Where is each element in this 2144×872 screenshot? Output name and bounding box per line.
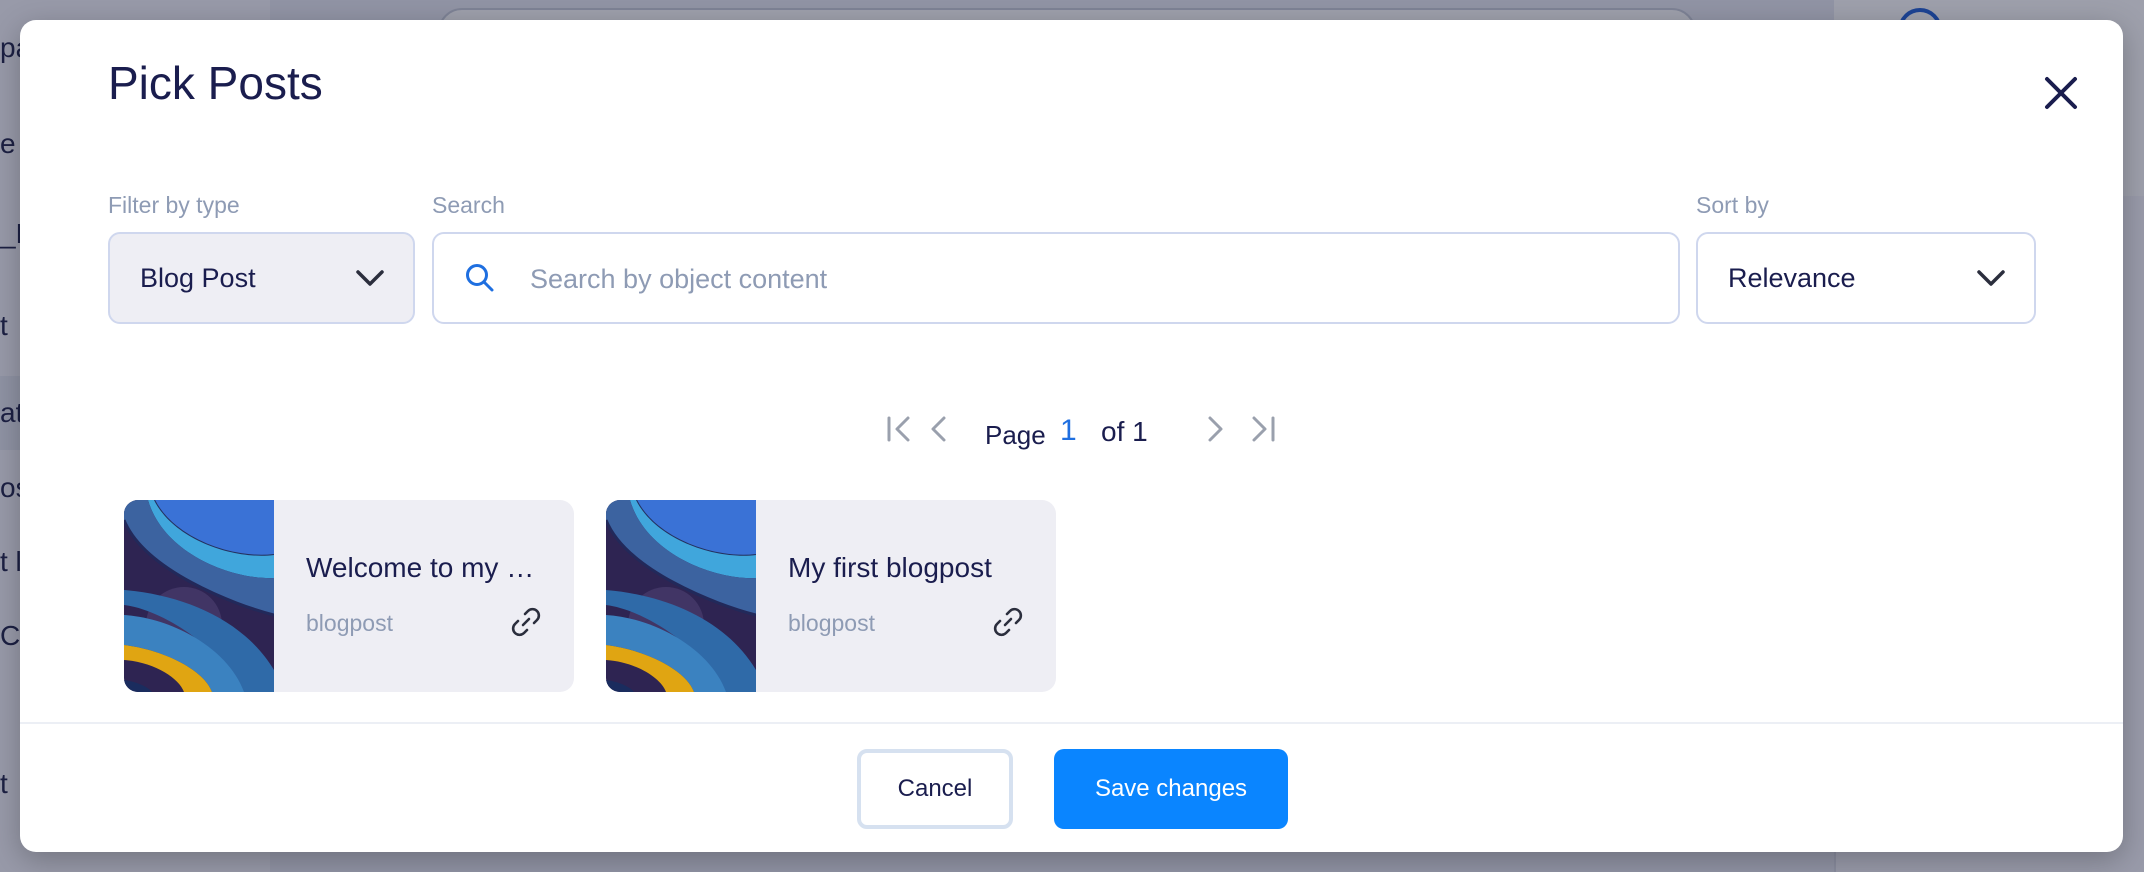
post-title: My first blogpost xyxy=(788,552,992,583)
total-pages: of 1 xyxy=(1101,416,1148,447)
post-card[interactable]: My first blogpost blogpost xyxy=(606,500,1056,692)
sort-select[interactable]: Relevance xyxy=(1696,232,2036,324)
post-type: blogpost xyxy=(788,610,875,636)
last-page-button[interactable] xyxy=(1246,412,1280,446)
chevron-down-icon xyxy=(356,270,384,286)
post-title: Welcome to my … xyxy=(306,552,535,583)
close-icon xyxy=(2045,77,2077,109)
search-label: Search xyxy=(432,192,505,218)
post-thumbnail-image xyxy=(124,500,274,692)
chevron-left-icon xyxy=(931,416,946,442)
post-card[interactable]: Welcome to my … blogpost xyxy=(124,500,574,692)
link-icon xyxy=(511,607,541,637)
post-thumbnail xyxy=(606,500,756,692)
close-button[interactable] xyxy=(2036,68,2086,118)
filter-type-value: Blog Post xyxy=(140,262,256,293)
page-label: Page xyxy=(985,420,1046,450)
previous-page-button[interactable] xyxy=(922,412,956,446)
cancel-button[interactable]: Cancel xyxy=(857,749,1013,829)
save-changes-button[interactable]: Save changes xyxy=(1054,749,1288,829)
sort-label: Sort by xyxy=(1696,192,1769,218)
search-icon xyxy=(466,264,494,292)
pick-posts-modal: Pick Posts Filter by type Blog Post Sear… xyxy=(20,20,2123,852)
post-thumbnail xyxy=(124,500,274,692)
modal-title: Pick Posts xyxy=(108,57,323,109)
first-page-button[interactable] xyxy=(882,412,916,446)
open-link-button[interactable] xyxy=(990,604,1026,640)
chevron-down-icon xyxy=(1977,270,2005,286)
chevron-right-icon xyxy=(1208,416,1223,442)
search-input[interactable] xyxy=(528,252,1632,306)
sort-value: Relevance xyxy=(1728,262,1856,293)
post-type: blogpost xyxy=(306,610,393,636)
last-page-icon xyxy=(1252,416,1275,442)
first-page-icon xyxy=(887,416,910,442)
pagination: Page 1 of 1 xyxy=(20,400,2123,460)
post-thumbnail-image xyxy=(606,500,756,692)
filter-type-label: Filter by type xyxy=(108,192,240,218)
open-link-button[interactable] xyxy=(508,604,544,640)
current-page-number[interactable]: 1 xyxy=(1060,414,1077,448)
filter-type-select[interactable]: Blog Post xyxy=(108,232,415,324)
footer-divider xyxy=(20,722,2123,724)
search-field[interactable] xyxy=(432,232,1680,324)
link-icon xyxy=(993,607,1023,637)
next-page-button[interactable] xyxy=(1198,412,1232,446)
